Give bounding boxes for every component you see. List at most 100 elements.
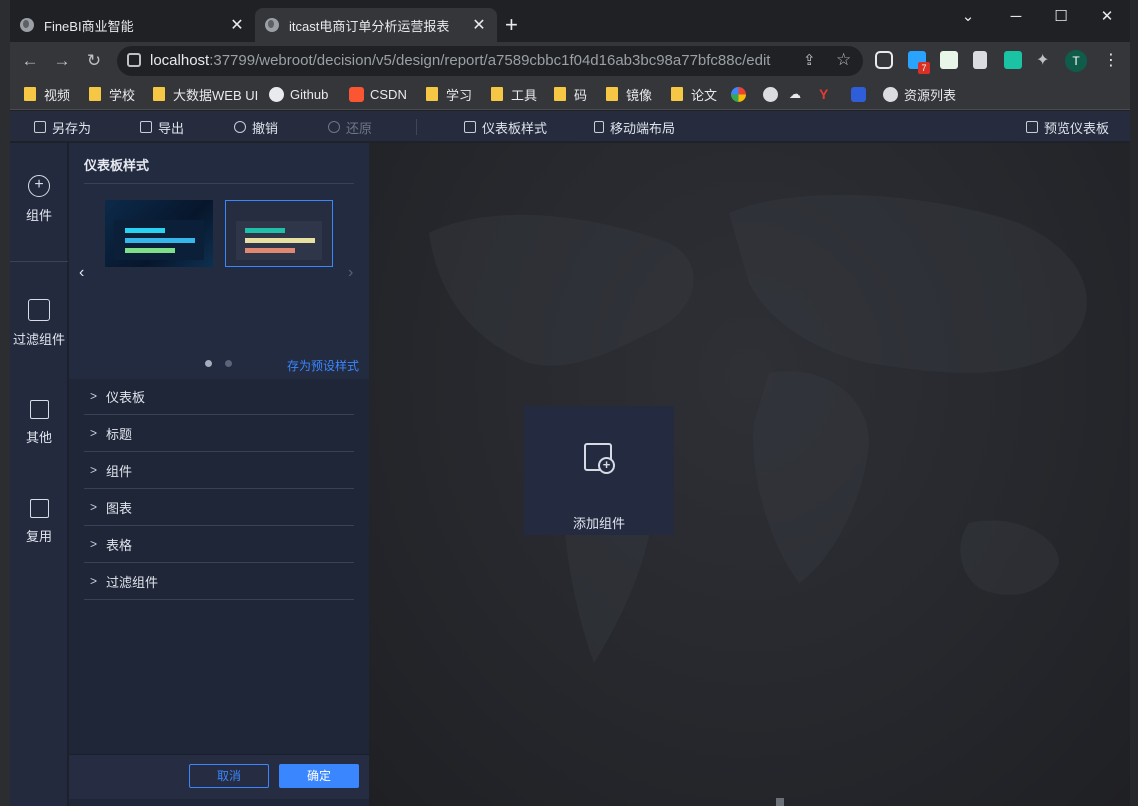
bookmark-label: CSDN [370,86,407,102]
rail-item-other[interactable]: 其他 [10,400,68,446]
save-as-button[interactable]: 另存为 [34,118,91,136]
tab-label: itcast电商订单分析运营报表 [289,18,450,34]
browser-menu-icon[interactable]: ⋮ [1103,50,1119,70]
section-filter-component[interactable]: > 过滤组件 [84,563,354,600]
chevron-right-icon: > [90,537,98,551]
bookmark-resources[interactable]: 资源列表 [883,85,956,103]
section-table[interactable]: > 表格 [84,526,354,563]
folder-icon [89,87,101,101]
scrollbar-thumb[interactable] [776,798,784,806]
tab-report[interactable]: itcast电商订单分析运营报表 ✕ [255,8,497,42]
document-icon [29,400,49,419]
extension-icon[interactable] [875,51,893,69]
redo-button[interactable]: 还原 [328,118,372,136]
tab-finebi[interactable]: FineBI商业智能 ✕ [10,8,255,42]
cloud-icon: ☁ [789,87,801,101]
back-icon[interactable]: ← [18,49,42,73]
carousel-dot[interactable] [225,360,232,367]
export-button[interactable]: 导出 [140,118,184,136]
chevron-right-icon: > [90,574,98,588]
dashboard-style-button[interactable]: 仪表板样式 [464,118,547,136]
undo-button[interactable]: 撤销 [234,118,278,136]
undo-label: 撤销 [252,120,279,136]
carousel-prev-icon[interactable]: ‹ [79,264,84,282]
baidu-icon [851,86,866,102]
world-map-background [429,194,1087,663]
section-component[interactable]: > 组件 [84,452,354,489]
bookmark-tools[interactable]: 工具 [491,85,537,103]
mobile-layout-label: 移动端布局 [610,120,676,136]
section-title[interactable]: > 标题 [84,415,354,452]
bookmark-bigdata[interactable]: 大数据WEB UI [153,85,258,103]
carousel-dot-active[interactable] [205,360,212,367]
rail-item-reuse[interactable]: 复用 [10,499,68,545]
section-chart[interactable]: > 图表 [84,489,354,526]
confirm-button[interactable]: 确定 [279,764,359,788]
save-preset-link[interactable]: 存为预设样式 [287,357,359,374]
bookmark-video[interactable]: 视频 [24,85,70,103]
copy-icon [29,499,49,518]
bookmark-github[interactable]: Github [269,85,328,103]
new-tab-button[interactable]: + [505,12,518,38]
forward-icon[interactable]: → [50,49,74,73]
bookmark-label: 学校 [109,87,136,103]
extension-icon[interactable] [973,51,987,69]
globe-icon [20,18,34,32]
section-label: 标题 [106,426,133,442]
site-info-icon[interactable] [127,53,141,67]
url-text[interactable]: localhost:37799/webroot/decision/v5/desi… [150,52,770,69]
carousel-next-icon[interactable]: › [348,264,353,282]
thumbnail-bar [245,228,285,233]
close-tab-icon[interactable]: ✕ [471,15,487,35]
close-window-button[interactable]: ✕ [1087,4,1127,30]
extensions-puzzle-icon[interactable]: ✦ [1036,50,1049,70]
rail-item-filter[interactable]: 过滤组件 [10,299,68,348]
bookmark-label: 资源列表 [904,87,957,103]
section-label: 仪表板 [106,389,146,405]
bookmark-label: 码 [574,87,588,103]
url-path: :37799/webroot/decision/v5/design/report… [209,52,771,69]
extension-icon[interactable] [1004,51,1022,69]
rail-item-component[interactable]: + 组件 [10,175,68,224]
cancel-button[interactable]: 取消 [189,764,269,788]
bookmark-google[interactable] [731,85,752,103]
bookmark-baidu[interactable] [851,85,872,103]
share-icon[interactable]: ⇪ [803,51,816,69]
bookmark-youdao[interactable]: Y [819,85,828,103]
maximize-button[interactable]: ☐ [1041,4,1081,30]
bookmark-label: 学习 [446,87,473,103]
redo-icon [328,121,340,133]
bookmark-study[interactable]: 学习 [426,85,472,103]
bookmark-mirror[interactable]: 镜像 [606,85,652,103]
mobile-layout-button[interactable]: 移动端布局 [594,118,675,136]
bookmark-star-icon[interactable]: ☆ [836,50,851,70]
profile-avatar[interactable]: T [1065,50,1087,72]
globe-icon [883,86,898,102]
background-app-strip-right [1130,0,1138,806]
globe-icon [265,18,279,32]
tab-search-icon[interactable]: ⌄ [948,4,988,30]
bookmark-papers[interactable]: 论文 [671,85,717,103]
bookmark-label: 大数据WEB UI [173,87,259,103]
dashboard-canvas[interactable] [369,143,1130,806]
bookmark-globe[interactable] [763,85,784,103]
extension-icon[interactable] [940,51,958,69]
reload-icon[interactable]: ↻ [82,49,106,73]
github-icon [269,86,284,102]
bookmark-csdn[interactable]: CSDN [349,85,407,103]
section-dashboard[interactable]: > 仪表板 [84,378,354,415]
folder-icon [554,87,566,101]
bookmark-code[interactable]: 码 [554,85,587,103]
mobile-icon [594,121,604,133]
close-tab-icon[interactable]: ✕ [229,15,245,35]
url-host: localhost [150,52,210,69]
chevron-right-icon: > [90,389,98,403]
preview-dashboard-button[interactable]: 预览仪表板 [1026,118,1109,136]
bookmark-cloud[interactable]: ☁ [789,85,801,103]
export-label: 导出 [158,120,185,136]
bookmark-label: 工具 [511,87,538,103]
cube-icon [28,299,50,321]
bookmark-school[interactable]: 学校 [89,85,135,103]
minimize-button[interactable]: ─ [996,4,1036,30]
thumbnail-bar [125,228,165,233]
